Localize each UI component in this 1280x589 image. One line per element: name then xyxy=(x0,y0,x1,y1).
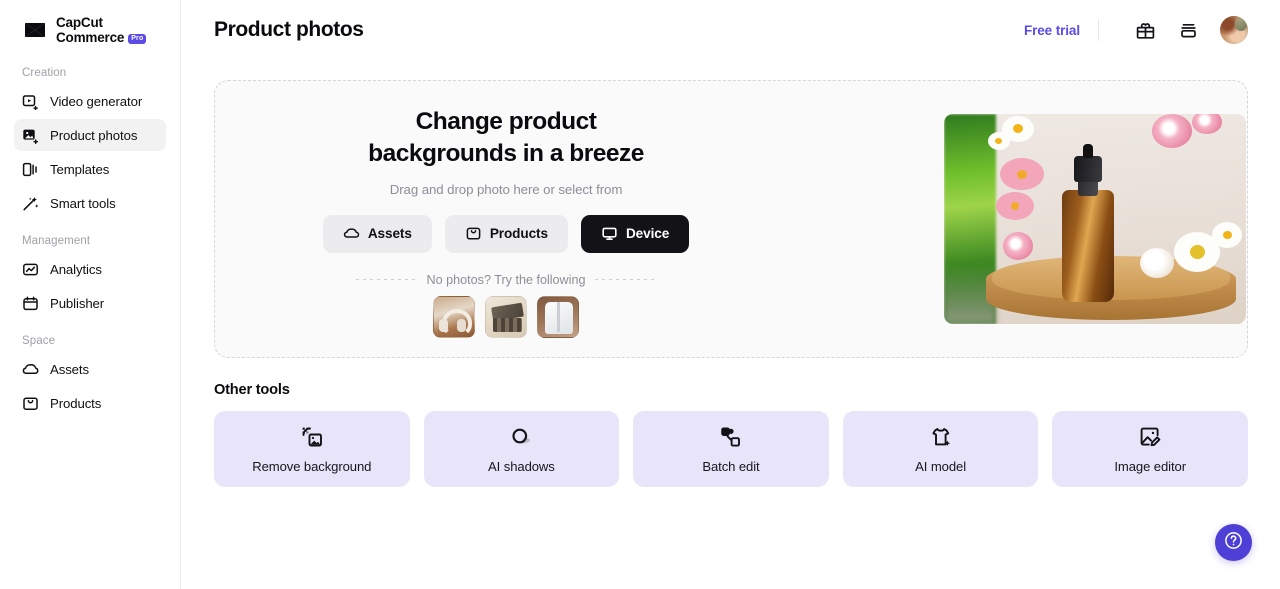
topbar-actions: Free trial xyxy=(1024,15,1248,45)
video-generator-icon xyxy=(22,93,39,111)
source-buttons: Assets Products Device xyxy=(322,214,690,253)
smart-tools-wand-icon xyxy=(22,195,39,212)
sidebar-item-smart-tools[interactable]: Smart tools xyxy=(14,187,166,219)
tool-label: AI model xyxy=(915,459,967,474)
app-root: CapCut Commerce Pro Creation Video gener… xyxy=(0,0,1280,589)
topbar-divider xyxy=(1098,19,1099,41)
nav-group-space-label: Space xyxy=(22,335,56,348)
capcut-logo-icon xyxy=(22,18,48,44)
samples-divider: No photos? Try the following xyxy=(356,272,657,287)
other-tools-title: Other tools xyxy=(214,382,290,398)
free-trial-link[interactable]: Free trial xyxy=(1024,23,1080,38)
analytics-icon xyxy=(22,261,39,278)
source-button-label: Assets xyxy=(367,226,412,242)
tool-ai-model[interactable]: AI model xyxy=(842,411,1039,487)
tool-label: Image editor xyxy=(1114,459,1186,474)
brand-line-1: CapCut xyxy=(56,15,103,30)
samples-divider-text: No photos? Try the following xyxy=(426,272,586,287)
sidebar-item-templates[interactable]: Templates xyxy=(14,153,166,185)
other-tools-row: Remove background AI shadows Batch edit xyxy=(214,411,1248,487)
nav-group-creation-label: Creation xyxy=(22,67,67,80)
sample-thumbnails xyxy=(433,295,579,338)
sample-white-shirt[interactable] xyxy=(537,295,579,338)
sidebar-item-analytics[interactable]: Analytics xyxy=(14,253,166,285)
source-button-label: Device xyxy=(625,226,670,242)
nav-group-management-label: Management xyxy=(22,235,91,248)
sample-eyeshadow-palette[interactable] xyxy=(485,295,527,338)
source-button-label: Products xyxy=(489,226,548,242)
sidebar-item-product-photos[interactable]: Product photos xyxy=(14,119,166,152)
tool-image-editor[interactable]: Image editor xyxy=(1052,411,1248,487)
sidebar-item-label: Publisher xyxy=(50,295,105,311)
sidebar-item-label: Assets xyxy=(50,361,89,377)
cloud-assets-icon xyxy=(22,361,39,378)
sidebar-item-assets[interactable]: Assets xyxy=(14,353,166,385)
hero-left-panel: Change product backgrounds in a breeze D… xyxy=(215,100,797,338)
device-source-button[interactable]: Device xyxy=(580,214,690,253)
help-button[interactable] xyxy=(1215,524,1252,561)
sidebar: CapCut Commerce Pro Creation Video gener… xyxy=(0,0,181,589)
sidebar-item-label: Analytics xyxy=(50,261,102,277)
pro-badge: Pro xyxy=(128,33,147,44)
tool-label: AI shadows xyxy=(488,459,555,474)
avatar[interactable] xyxy=(1220,16,1248,44)
sidebar-item-video-generator[interactable]: Video generator xyxy=(14,85,166,117)
sidebar-item-publisher[interactable]: Publisher xyxy=(14,287,166,319)
sidebar-item-label: Product photos xyxy=(50,127,138,143)
tool-label: Batch edit xyxy=(702,459,760,474)
help-question-icon xyxy=(1223,530,1244,556)
sample-headphones[interactable] xyxy=(433,295,475,338)
hero-heading: Change product backgrounds in a breeze xyxy=(368,108,644,167)
sidebar-item-label: Templates xyxy=(50,161,110,177)
sidebar-item-label: Smart tools xyxy=(50,195,116,211)
templates-icon xyxy=(22,161,39,178)
tool-batch-edit[interactable]: Batch edit xyxy=(633,411,829,487)
sidebar-item-products[interactable]: Products xyxy=(14,387,166,419)
preview-image xyxy=(944,114,1246,324)
products-bag-icon xyxy=(22,395,39,412)
gift-icon[interactable] xyxy=(1130,15,1160,45)
products-source-button[interactable]: Products xyxy=(444,214,568,253)
product-photos-icon xyxy=(22,127,39,144)
brand-line-2: Commerce xyxy=(56,29,125,45)
main-content: Product photos Free trial Change product… xyxy=(181,0,1280,589)
publisher-calendar-icon xyxy=(22,295,39,312)
assets-source-button[interactable]: Assets xyxy=(322,214,432,253)
tool-remove-background[interactable]: Remove background xyxy=(214,411,410,487)
hero-right-panel xyxy=(797,114,1247,324)
dashed-line-right xyxy=(595,279,657,281)
brand-logo[interactable]: CapCut Commerce Pro xyxy=(14,0,166,53)
dashed-line-left xyxy=(356,279,417,281)
tool-ai-shadows[interactable]: AI shadows xyxy=(423,411,620,487)
tool-label: Remove background xyxy=(252,459,372,474)
page-title: Product photos xyxy=(214,18,364,41)
sidebar-item-label: Products xyxy=(50,395,102,411)
sidebar-item-label: Video generator xyxy=(50,93,143,109)
upload-dropzone-card[interactable]: Change product backgrounds in a breeze D… xyxy=(214,80,1248,358)
topbar: Product photos Free trial xyxy=(181,0,1280,60)
hero-subheading: Drag and drop photo here or select from xyxy=(389,181,623,197)
layers-stack-icon[interactable] xyxy=(1173,15,1203,45)
